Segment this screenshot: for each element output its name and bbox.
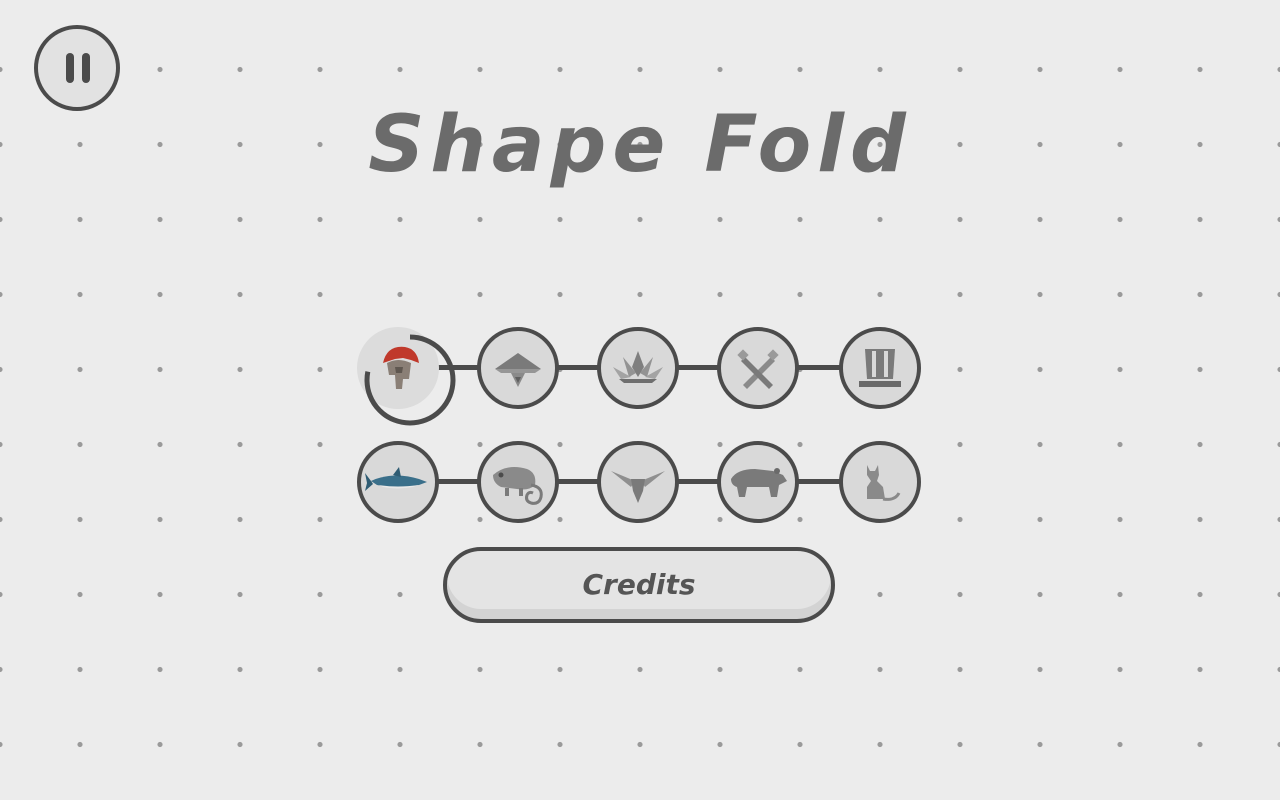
level-button-top-hat[interactable] [839, 327, 921, 409]
cat-icon [867, 465, 901, 501]
level-button-bear[interactable] [717, 441, 799, 523]
credits-button[interactable]: Credits [443, 547, 835, 623]
level-button-lotus[interactable] [597, 327, 679, 409]
level-button-spartan-helmet[interactable] [357, 327, 456, 426]
credits-button-label: Credits [582, 568, 696, 601]
samurai-hat-icon [495, 353, 541, 387]
level-button-samurai-hat[interactable] [477, 327, 559, 409]
chameleon-icon [493, 467, 543, 505]
lotus-icon [613, 351, 663, 383]
shark-icon [365, 467, 427, 491]
spartan-helmet-icon [383, 346, 419, 389]
level-row-1 [0, 327, 1280, 426]
level-button-shark[interactable] [357, 441, 439, 523]
top-hat-icon [859, 349, 901, 387]
bear-icon [731, 468, 787, 497]
level-button-chameleon[interactable] [477, 441, 559, 523]
level-button-cat[interactable] [839, 441, 921, 523]
bird-icon [611, 471, 665, 503]
level-button-bird[interactable] [597, 441, 679, 523]
crossed-swords-icon [737, 349, 779, 389]
level-button-crossed-swords[interactable] [717, 327, 799, 409]
game-title: Shape Fold [368, 100, 912, 190]
level-row-2 [0, 441, 1280, 523]
